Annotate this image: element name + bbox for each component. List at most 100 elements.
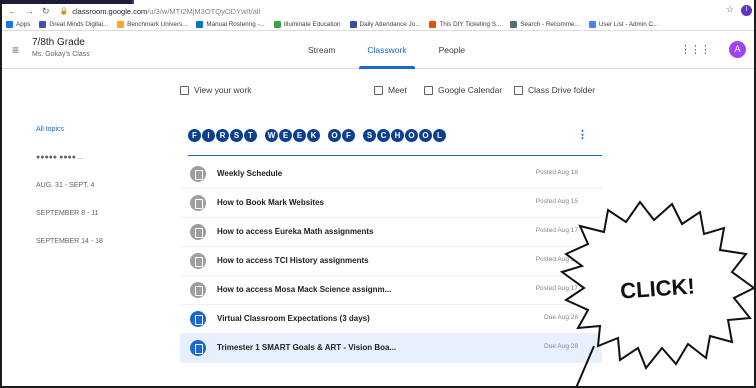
reload-icon[interactable]: ↻ [42,6,50,17]
classwork-title: How to access Eureka Math assignments [217,227,374,236]
more-options-icon[interactable]: ⋮ [577,128,588,141]
topic-title-letter: E [293,129,306,142]
topic-title-word: FIRST [188,129,257,142]
bookmark-favicon-icon [588,20,596,28]
tab-stream[interactable]: Stream [292,31,351,69]
avatar[interactable]: A [729,41,746,58]
bookmark-label: Great Minds Digital... [49,20,109,28]
bookmarks-bar: Apps Great Minds Digital... Benchmark Univ… [2,18,754,31]
address-bar[interactable]: ← → ↻ 🔒 classroom.google.com/u/3/w/MTI2M… [2,4,754,18]
lock-icon: 🔒 [59,8,69,15]
bookmark-label: Illuminate Education [283,20,341,28]
forward-icon[interactable]: → [25,6,34,17]
menu-icon[interactable]: ≡ [12,43,19,57]
classwork-row[interactable]: How to access Mosa Mack Science assignm.… [180,276,602,305]
material-icon [190,282,206,298]
topic-title-letter: L [433,129,446,142]
topic-title-word: OF [328,129,355,142]
tab-classwork[interactable]: Classwork [351,31,422,69]
topic-title-letter: S [230,129,243,142]
bookmark-favicon-icon [510,20,518,28]
topic-title-word: WEEK [265,129,320,142]
bookmark-item[interactable]: Great Minds Digital... [39,20,109,28]
topic-title-letter: O [405,129,418,142]
view-work-label: View your work [194,85,252,95]
class-name[interactable]: 7/8th Grade [32,37,85,48]
bookmark-item[interactable]: Daily Attendance Jo... [349,20,421,28]
screenshot-frame: ← → ↻ 🔒 classroom.google.com/u/3/w/MTI2M… [0,0,756,388]
meet-label: Meet [388,85,407,95]
topic-title-letter: H [391,129,404,142]
classwork-row[interactable]: Trimester 1 SMART Goals & ART - Vision B… [180,334,602,363]
bookmark-label: Daily Attendance Jo... [359,20,421,28]
bookmark-item[interactable]: This DIY Ticketing S... [429,20,501,28]
url-path: /u/3/w/MTI2MjM3OTQyODYw/t/all [147,6,261,16]
topic-title-letter: R [216,129,229,142]
classwork-title: How to access Mosa Mack Science assignm.… [217,285,392,294]
classwork-row[interactable]: How to access TCI History assignments Pos… [180,247,602,276]
material-icon [190,166,206,182]
assignment-list: Weekly Schedule Posted Aug 18 How to Book … [180,160,602,363]
sidebar-topic-item[interactable]: SEPTEMBER 14 - 18 [36,238,103,245]
classwork-title: Trimester 1 SMART Goals & ART - Vision B… [217,343,397,352]
drive-folder-link[interactable]: Class Drive folder [514,85,595,95]
click-callout: CLICK! [560,200,754,386]
callout-text: CLICK! [619,273,695,303]
calendar-link[interactable]: Google Calendar [424,85,502,95]
apps-grid-icon[interactable]: ⋮⋮⋮ [680,43,711,56]
sidebar-topic-item[interactable]: AUG. 31 - SEPT. 4 [36,182,94,189]
topic-title-letter: K [307,129,320,142]
topic-title-word-text: WEEK [265,129,320,142]
bookmark-label: Search - Recomme... [520,20,580,28]
assignment-icon [180,85,189,95]
topic-title-word-text: FIRST [188,129,257,142]
bookmark-label: Apps [16,20,31,28]
bookmark-label: Manual Rostering -... [206,20,265,28]
class-subtitle: Ms. Gokay's Class [32,51,90,58]
url-text[interactable]: classroom.google.com/u/3/w/MTI2MjM3OTQyO… [72,7,260,16]
bookmark-item[interactable]: Benchmark Univers... [117,20,188,28]
sidebar-topic-item[interactable]: SEPTEMBER 8 - 11 [36,210,99,217]
topic-title-letter: S [363,129,376,142]
bookmark-item[interactable]: Illuminate Education [273,20,341,28]
nav-buttons: ← → ↻ [2,6,50,17]
bookmark-label: Benchmark Univers... [127,20,188,28]
topic-title-word: SCHOOL [363,129,446,142]
bookmark-favicon-icon [196,20,204,28]
bookmark-favicon-icon [349,20,357,28]
topic-title-word-text: SCHOOL [363,129,446,142]
classwork-actions: View your work Meet Google Calendar Clas… [2,85,754,101]
tab-people[interactable]: People [423,31,481,69]
classwork-row[interactable]: Virtual Classroom Expectations (3 days) D… [180,305,602,334]
bookmark-item[interactable]: Manual Rostering -... [196,20,265,28]
topic-title-word-text: OF [328,129,355,142]
bookmark-item[interactable]: User List - Admin C... [588,20,658,28]
folder-icon [514,85,523,95]
topic-title-letter: I [202,129,215,142]
view-work-link[interactable]: View your work [180,85,251,95]
back-icon[interactable]: ← [8,6,17,17]
bookmark-star-icon[interactable]: ☆ [726,4,734,15]
sidebar-topic-item[interactable]: ●●●●● ●●●● ... [36,154,84,161]
material-icon [190,253,206,269]
topic-title-letter: E [279,129,292,142]
classwork-row[interactable]: Weekly Schedule Posted Aug 18 [180,160,602,189]
bookmark-item[interactable]: Apps [6,20,31,28]
assignment-icon [190,340,206,356]
topic-title-letter: T [244,129,257,142]
topic-title-letter: F [188,129,201,142]
browser-profile-icon[interactable]: I [741,5,752,16]
topic-title-letter: F [342,129,355,142]
classwork-row[interactable]: How to access Eureka Math assignments Pos… [180,218,602,247]
classwork-row[interactable]: How to Book Mark Websites Posted Aug 15 [180,189,602,218]
bookmark-favicon-icon [429,20,437,28]
callout-tail [575,345,595,386]
sidebar-topic-item[interactable]: All topics [36,126,64,133]
tab-bar: Stream Classwork People [292,31,481,69]
meet-link[interactable]: Meet [374,85,407,95]
bookmark-item[interactable]: Search - Recomme... [510,20,580,28]
url-host: classroom.google.com [72,6,148,16]
calendar-label: Google Calendar [438,85,503,95]
drive-folder-label: Class Drive folder [528,85,596,95]
bookmark-favicon-icon [39,20,47,28]
